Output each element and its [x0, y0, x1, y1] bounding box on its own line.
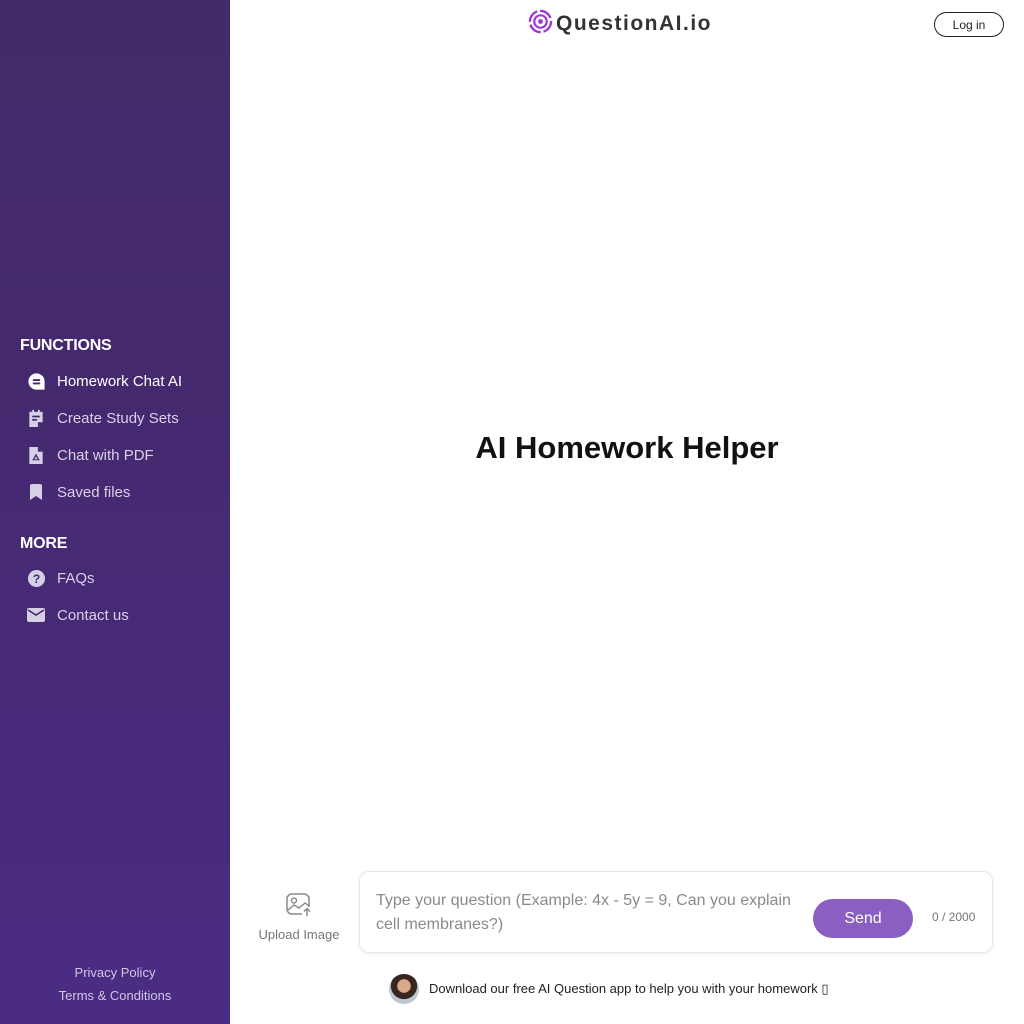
- brand-name: QuestionAI.io: [556, 12, 712, 35]
- sidebar-item-faqs[interactable]: ? FAQs: [26, 564, 95, 592]
- image-upload-icon: [285, 893, 313, 922]
- sidebar-item-label: Contact us: [57, 606, 129, 624]
- section-title-functions: FUNCTIONS: [20, 337, 112, 354]
- sidebar-item-label: Homework Chat AI: [57, 372, 183, 390]
- privacy-policy-link[interactable]: Privacy Policy: [0, 961, 230, 984]
- question-input[interactable]: [376, 889, 806, 941]
- login-button[interactable]: Log in: [934, 12, 1004, 37]
- sidebar-item-homework-chat-ai[interactable]: Homework Chat AI: [26, 367, 182, 395]
- study-set-icon: [26, 408, 46, 428]
- sidebar-item-chat-with-pdf[interactable]: Chat with PDF: [26, 441, 154, 469]
- section-title-more: MORE: [20, 535, 68, 552]
- terms-conditions-link[interactable]: Terms & Conditions: [0, 984, 230, 1007]
- upload-image-button[interactable]: Upload Image: [252, 892, 346, 942]
- sidebar: FUNCTIONS Homework Chat AI Create Study …: [0, 0, 230, 1024]
- question-icon: ?: [26, 568, 46, 588]
- bookmark-icon: [26, 482, 46, 502]
- logo-icon: [528, 9, 553, 39]
- send-button[interactable]: Send: [813, 899, 913, 938]
- sidebar-item-saved-files[interactable]: Saved files: [26, 478, 130, 506]
- svg-text:?: ?: [32, 571, 40, 585]
- app-download-banner[interactable]: Download our free AI Question app to hel…: [389, 973, 829, 1004]
- chat-icon: [26, 371, 46, 391]
- sidebar-item-create-study-sets[interactable]: Create Study Sets: [26, 404, 179, 432]
- sidebar-item-label: Saved files: [57, 483, 131, 501]
- brand-logo[interactable]: QuestionAI.io: [528, 9, 712, 39]
- app-download-text: Download our free AI Question app to hel…: [429, 980, 829, 996]
- char-counter: 0 / 2000: [932, 910, 976, 924]
- upload-image-label: Upload Image: [258, 927, 340, 942]
- page-title: AI Homework Helper: [475, 430, 779, 465]
- sidebar-item-label: Create Study Sets: [57, 409, 179, 427]
- mail-icon: [26, 605, 46, 625]
- sidebar-footer: Privacy Policy Terms & Conditions: [0, 961, 230, 1007]
- pdf-icon: [26, 445, 46, 465]
- question-input-container: Send 0 / 2000: [359, 871, 993, 953]
- avatar: [389, 973, 419, 1004]
- sidebar-item-contact-us[interactable]: Contact us: [26, 601, 129, 629]
- sidebar-item-label: FAQs: [57, 569, 95, 587]
- sidebar-item-label: Chat with PDF: [57, 446, 154, 464]
